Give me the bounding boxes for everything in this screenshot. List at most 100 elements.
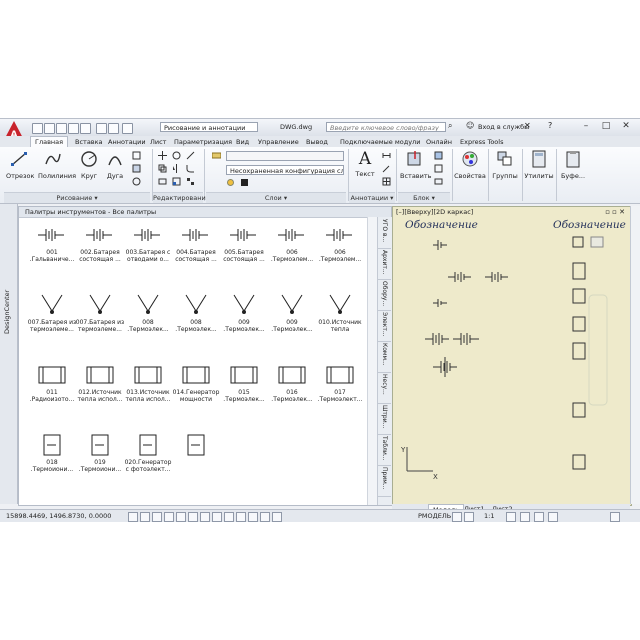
clean-screen-icon[interactable] xyxy=(610,512,620,522)
signin-label[interactable]: Вход в службы xyxy=(478,123,529,131)
tab-online[interactable]: Онлайн xyxy=(426,137,452,147)
layer-properties-icon[interactable] xyxy=(212,151,221,160)
tab-manage[interactable]: Управление xyxy=(258,137,299,147)
arc-button[interactable]: Дуга xyxy=(102,150,128,180)
ducs-icon[interactable] xyxy=(212,512,222,522)
utilities-button[interactable]: Утилиты xyxy=(524,150,554,180)
help-icon[interactable]: ? xyxy=(548,121,552,130)
properties-button[interactable]: Свойства xyxy=(454,150,486,180)
panel-annotation[interactable]: Аннотации ▾ xyxy=(349,192,395,203)
palette-tool[interactable]: 019 .Термоиони... xyxy=(75,431,125,491)
palette-header[interactable]: Палитры инструментов - Все палитры xyxy=(19,207,391,218)
stretch-icon[interactable] xyxy=(158,177,167,186)
palette-tool[interactable]: 005.Батарея состоящая ... xyxy=(219,221,269,281)
palette-tool[interactable]: 014.Генератор мощности xyxy=(171,361,221,421)
annotation-visibility-icon[interactable] xyxy=(506,512,516,522)
drawing-scrollbar[interactable] xyxy=(630,206,640,504)
redo-icon[interactable] xyxy=(108,123,119,134)
array-icon[interactable] xyxy=(186,177,195,186)
groups-button[interactable]: Группы xyxy=(490,150,520,180)
palette-side-tab[interactable]: Несу... xyxy=(378,372,391,404)
new-file-icon[interactable] xyxy=(32,123,43,134)
table-icon[interactable] xyxy=(382,177,391,186)
lock-icon[interactable] xyxy=(534,512,544,522)
palette-tool[interactable]: 016 .Термоэлек... xyxy=(267,361,317,421)
fillet-icon[interactable] xyxy=(186,164,195,173)
edit-block-icon[interactable] xyxy=(434,164,443,173)
palette-side-tab[interactable]: Архит... xyxy=(378,248,391,280)
trim-icon[interactable] xyxy=(186,151,195,160)
leader-icon[interactable] xyxy=(382,164,391,173)
maximize-icon[interactable]: □ xyxy=(598,121,614,133)
layer-state-dropdown[interactable]: Несохраненная конфигурация сло xyxy=(226,165,344,175)
panel-draw[interactable]: Рисование ▾ xyxy=(4,192,150,203)
3dosnap-icon[interactable] xyxy=(188,512,198,522)
panel-modify[interactable]: Редактирование ▾ xyxy=(153,192,210,212)
move-icon[interactable] xyxy=(158,151,167,160)
palette-tool[interactable]: 009 .Термоэлек... xyxy=(219,291,269,351)
palette-side-tab[interactable]: Обору... xyxy=(378,279,391,311)
tab-output[interactable]: Вывод xyxy=(306,137,328,147)
palette-side-tab[interactable]: Прим... xyxy=(378,465,391,497)
palette-tool[interactable]: 001 .Гальваниче... xyxy=(27,221,77,281)
palette-side-tab[interactable]: Штри... xyxy=(378,403,391,435)
minimize-icon[interactable]: – xyxy=(578,121,594,133)
palette-tool[interactable]: 008 .Термоэлек... xyxy=(171,291,221,351)
tab-layout[interactable]: Лист xyxy=(150,137,166,147)
attribute-icon[interactable] xyxy=(434,177,443,186)
binoculars-icon[interactable]: ⌕ xyxy=(448,121,452,131)
polar-icon[interactable] xyxy=(164,512,174,522)
region-icon[interactable] xyxy=(132,177,141,186)
palette-tool[interactable]: 020.Генератор с фотоэлект... xyxy=(123,431,173,491)
dyn-icon[interactable] xyxy=(224,512,234,522)
lwt-icon[interactable] xyxy=(236,512,246,522)
line-button[interactable]: Отрезок xyxy=(6,150,34,180)
palette-side-tab[interactable]: Табли... xyxy=(378,434,391,466)
open-file-icon[interactable] xyxy=(44,123,55,134)
annotation-scale[interactable]: 1:1 xyxy=(484,512,494,520)
hatch-icon[interactable] xyxy=(132,164,141,173)
designcenter-strip[interactable]: DesignCenter xyxy=(0,204,18,504)
palette-tool[interactable]: 006 .Термоэлем... xyxy=(315,221,365,281)
mirror-icon[interactable] xyxy=(172,164,181,173)
panel-layers[interactable]: Слои ▾ xyxy=(206,192,346,203)
rect-icon[interactable] xyxy=(132,151,141,160)
palette-tool[interactable]: 013.Источник тепла испол... xyxy=(123,361,173,421)
workspace-switch-icon[interactable] xyxy=(520,512,530,522)
tab-insert[interactable]: Вставка xyxy=(75,137,103,147)
sc-icon[interactable] xyxy=(272,512,282,522)
otrack-icon[interactable] xyxy=(200,512,210,522)
tab-view[interactable]: Вид xyxy=(236,137,249,147)
palette-tool[interactable]: 007.Батарея из термоэлеме... xyxy=(27,291,77,351)
layer-dropdown[interactable] xyxy=(226,151,344,161)
circle-button[interactable]: Круг xyxy=(76,150,102,180)
palette-tool[interactable] xyxy=(171,431,221,491)
workspace-dropdown[interactable]: Рисование и аннотации xyxy=(160,122,258,132)
insert-button[interactable]: Вставить xyxy=(400,150,431,180)
plot-icon[interactable] xyxy=(80,123,91,134)
palette-tool[interactable]: 010.Источник тепла xyxy=(315,291,365,351)
palette-tool[interactable]: 002.Батарея состоящая ... xyxy=(75,221,125,281)
layout-icon[interactable] xyxy=(452,512,462,522)
tab-express-tools[interactable]: Express Tools xyxy=(460,137,503,147)
palette-side-tab[interactable]: УГО в... xyxy=(378,217,391,249)
palette-tool[interactable]: 004.Батарея состоящая ... xyxy=(171,221,221,281)
palette-tool[interactable]: 009 .Термоэлек... xyxy=(267,291,317,351)
ortho-icon[interactable] xyxy=(152,512,162,522)
dimension-icon[interactable] xyxy=(382,151,391,160)
palette-tool[interactable]: 006 .Термоэлем... xyxy=(267,221,317,281)
undo-icon[interactable] xyxy=(96,123,107,134)
polyline-button[interactable]: Полилиния xyxy=(38,150,76,180)
osnap-icon[interactable] xyxy=(176,512,186,522)
tab-plugins[interactable]: Подключаемые модули xyxy=(340,137,420,147)
scale-icon[interactable] xyxy=(172,177,181,186)
palette-scrollbar[interactable] xyxy=(367,217,377,505)
palette-tool[interactable]: 012.Источник тепла испол... xyxy=(75,361,125,421)
palette-tool[interactable]: 007.Батарея из термоэлеме... xyxy=(75,291,125,351)
palette-side-tab[interactable]: Элект... xyxy=(378,310,391,342)
tab-annotate[interactable]: Аннотации xyxy=(108,137,146,147)
save-icon[interactable] xyxy=(56,123,67,134)
palette-tool[interactable]: 017 .Термоэлект... xyxy=(315,361,365,421)
create-block-icon[interactable] xyxy=(434,151,443,160)
layer-off-icon[interactable] xyxy=(240,178,249,187)
